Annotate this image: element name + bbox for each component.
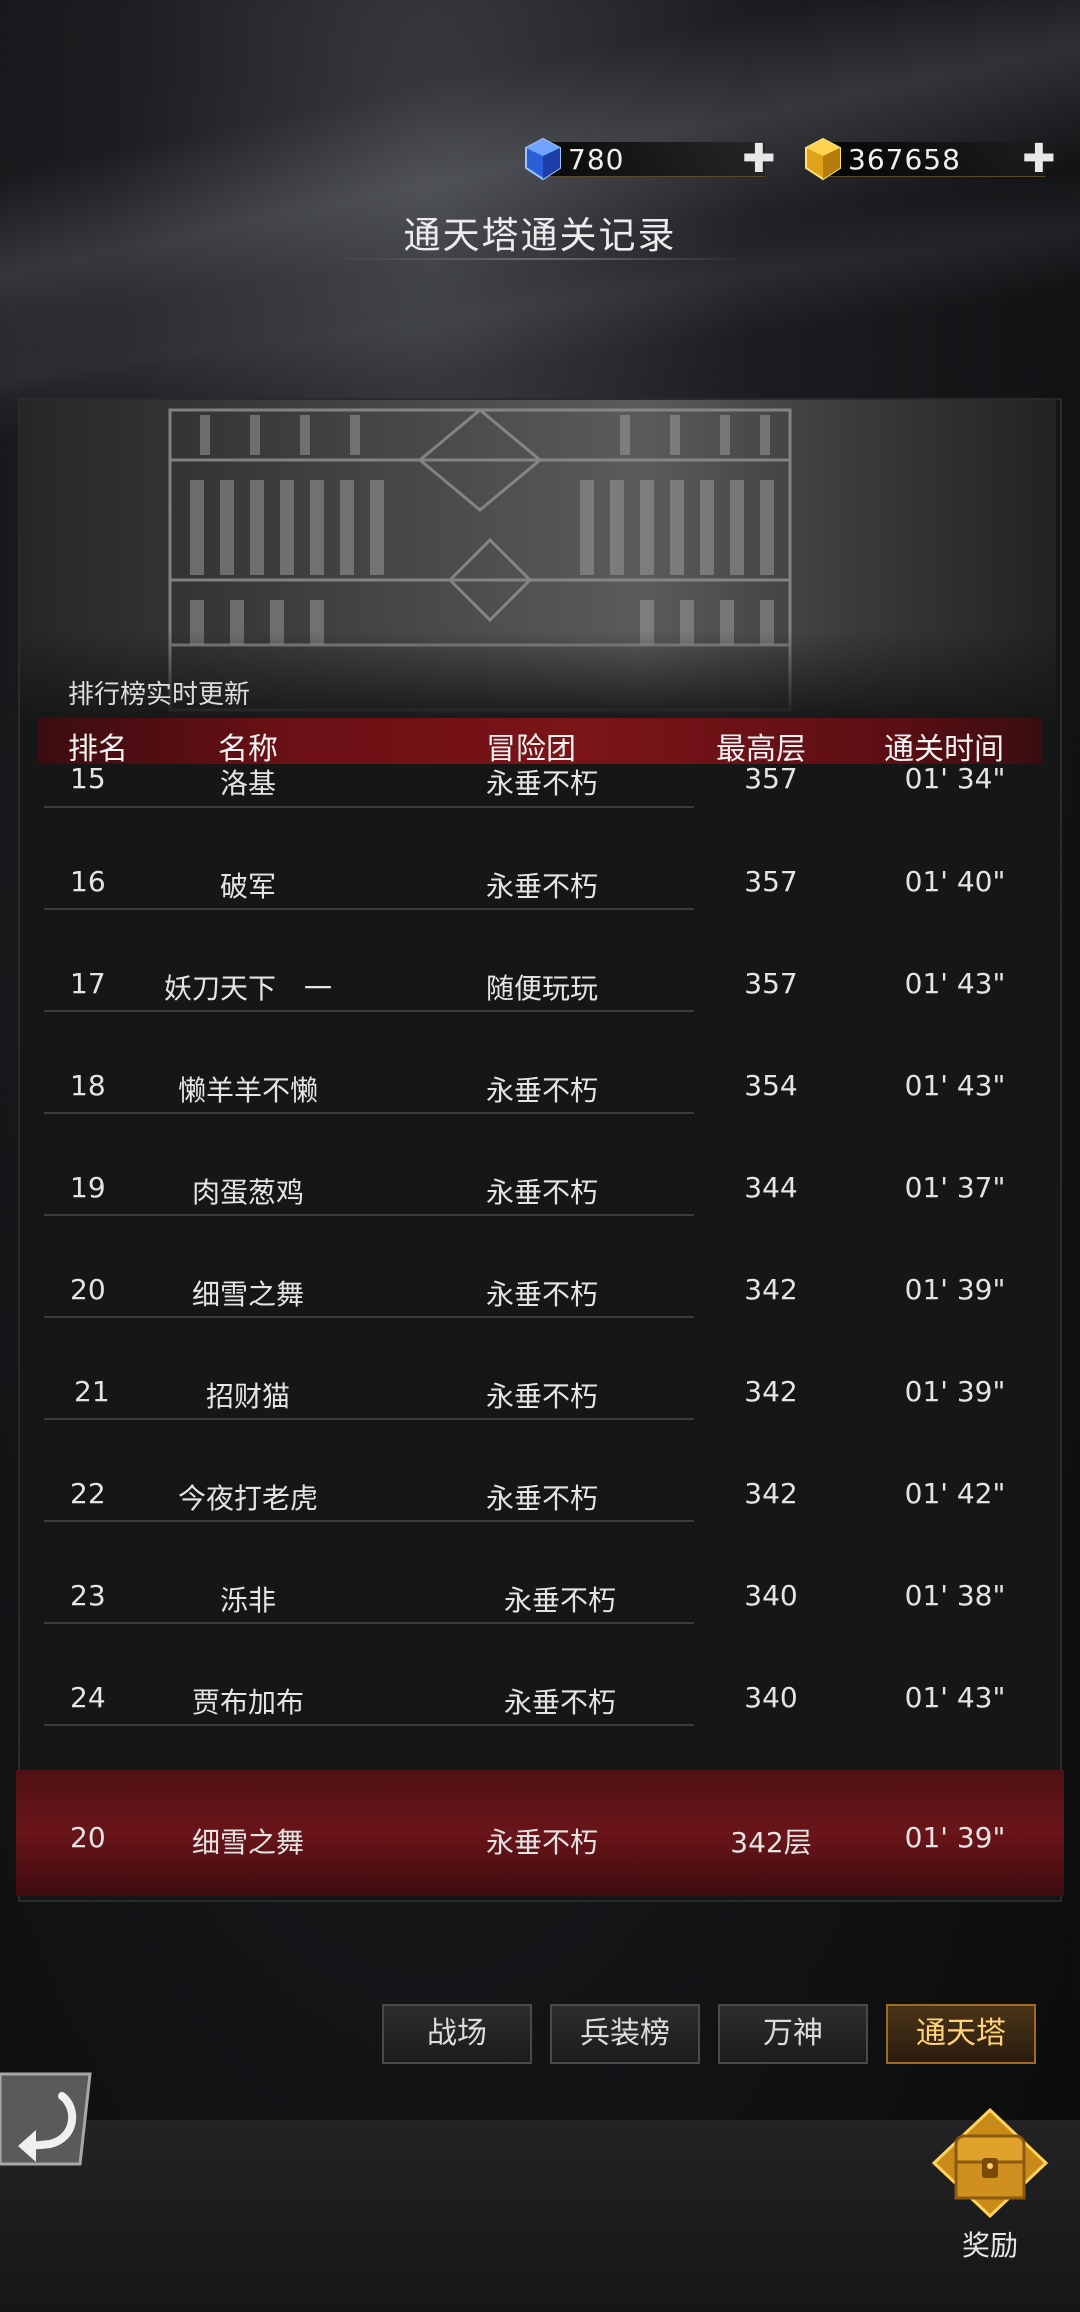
row-floor: 342: [744, 1273, 798, 1306]
row-floor: 357: [744, 762, 798, 795]
bottom-bar: [0, 2120, 1080, 2312]
gold-counter: 367658 ✚: [800, 136, 1060, 182]
row-rank: 19: [70, 1171, 106, 1204]
gold-gem-icon: [805, 137, 841, 181]
row-divider: [44, 806, 694, 808]
row-time: 01' 43": [904, 1069, 1006, 1102]
row-divider: [44, 1010, 694, 1012]
diamond-value: 780: [568, 143, 625, 176]
row-name: 妖刀天下 一: [163, 972, 333, 1005]
row-divider: [44, 1724, 694, 1726]
tab-battlefield[interactable]: 战场: [382, 2004, 532, 2064]
row-rank: 20: [70, 1273, 106, 1306]
row-floor: 342: [744, 1375, 798, 1408]
realtime-update-label: 排行榜实时更新: [68, 680, 251, 710]
row-name: 细雪之舞: [191, 1278, 305, 1311]
row-time: 01' 39": [904, 1375, 1006, 1408]
row-floor: 344: [744, 1171, 798, 1204]
row-time: 01' 39": [904, 1273, 1006, 1306]
row-divider: [44, 1520, 694, 1522]
row-name: 洛基: [219, 767, 277, 800]
row-divider: [44, 1622, 694, 1624]
row-rank: 18: [70, 1069, 106, 1102]
tower-banner-image: [20, 400, 1056, 720]
row-guild: 随便玩玩: [485, 972, 599, 1005]
row-guild: 永垂不朽: [485, 1482, 599, 1515]
row-rank: 15: [70, 762, 106, 795]
title-divider: [330, 258, 750, 260]
row-time: 01' 37": [904, 1171, 1006, 1204]
row-rank: 22: [70, 1477, 106, 1510]
row-rank: 23: [70, 1579, 106, 1612]
row-guild: 永垂不朽: [485, 767, 599, 800]
my-rank: 20: [70, 1821, 106, 1854]
row-guild: 永垂不朽: [485, 1176, 599, 1209]
page-title: 通天塔通关记录: [403, 214, 677, 257]
row-divider: [44, 1214, 694, 1216]
row-guild: 永垂不朽: [485, 1278, 599, 1311]
row-name: 肉蛋葱鸡: [191, 1176, 305, 1209]
my-floor: 342层: [730, 1826, 812, 1859]
row-time: 01' 38": [904, 1579, 1006, 1612]
row-guild: 永垂不朽: [485, 870, 599, 903]
row-name: 今夜打老虎: [177, 1482, 319, 1515]
row-guild: 永垂不朽: [485, 1380, 599, 1413]
row-divider: [44, 1316, 694, 1318]
blue-gem-icon: [525, 137, 561, 181]
tab-equipment-rank[interactable]: 兵装榜: [550, 2004, 700, 2064]
back-arrow-icon[interactable]: [0, 2068, 96, 2170]
row-floor: 340: [744, 1681, 798, 1714]
my-guild: 永垂不朽: [485, 1826, 599, 1859]
row-guild: 永垂不朽: [503, 1686, 617, 1719]
row-floor: 357: [744, 865, 798, 898]
row-time: 01' 34": [904, 762, 1006, 795]
row-floor: 340: [744, 1579, 798, 1612]
add-diamond-button[interactable]: ✚: [742, 139, 776, 179]
reward-label[interactable]: 奖励: [930, 2224, 1050, 2264]
row-name: 破军: [219, 870, 277, 903]
row-name: 招财猫: [205, 1380, 291, 1413]
add-gold-button[interactable]: ✚: [1022, 139, 1056, 179]
row-time: 01' 43": [904, 967, 1006, 1000]
row-floor: 354: [744, 1069, 798, 1102]
row-rank: 21: [74, 1375, 110, 1408]
row-rank: 17: [70, 967, 106, 1000]
row-divider: [44, 908, 694, 910]
table-header: 排名 名称 冒险团 最高层 通关时间: [38, 718, 1042, 767]
row-divider: [44, 1112, 694, 1114]
diamond-counter: 780 ✚: [520, 136, 780, 182]
row-floor: 357: [744, 967, 798, 1000]
row-name: 懒羊羊不懒: [177, 1074, 319, 1107]
row-time: 01' 40": [904, 865, 1006, 898]
row-floor: 342: [744, 1477, 798, 1510]
gold-value: 367658: [848, 143, 961, 176]
row-guild: 永垂不朽: [485, 1074, 599, 1107]
treasure-chest-icon[interactable]: [930, 2108, 1050, 2218]
my-name: 细雪之舞: [191, 1826, 305, 1859]
row-rank: 16: [70, 865, 106, 898]
row-time: 01' 42": [904, 1477, 1006, 1510]
row-rank: 24: [70, 1681, 106, 1714]
tab-pantheon[interactable]: 万神: [718, 2004, 868, 2064]
row-name: 贾布加布: [191, 1686, 305, 1719]
row-name: 泺非: [219, 1584, 277, 1617]
tab-sky-tower[interactable]: 通天塔: [886, 2004, 1036, 2064]
row-divider: [44, 1418, 694, 1420]
row-guild: 永垂不朽: [503, 1584, 617, 1617]
my-time: 01' 39": [904, 1821, 1006, 1854]
row-time: 01' 43": [904, 1681, 1006, 1714]
